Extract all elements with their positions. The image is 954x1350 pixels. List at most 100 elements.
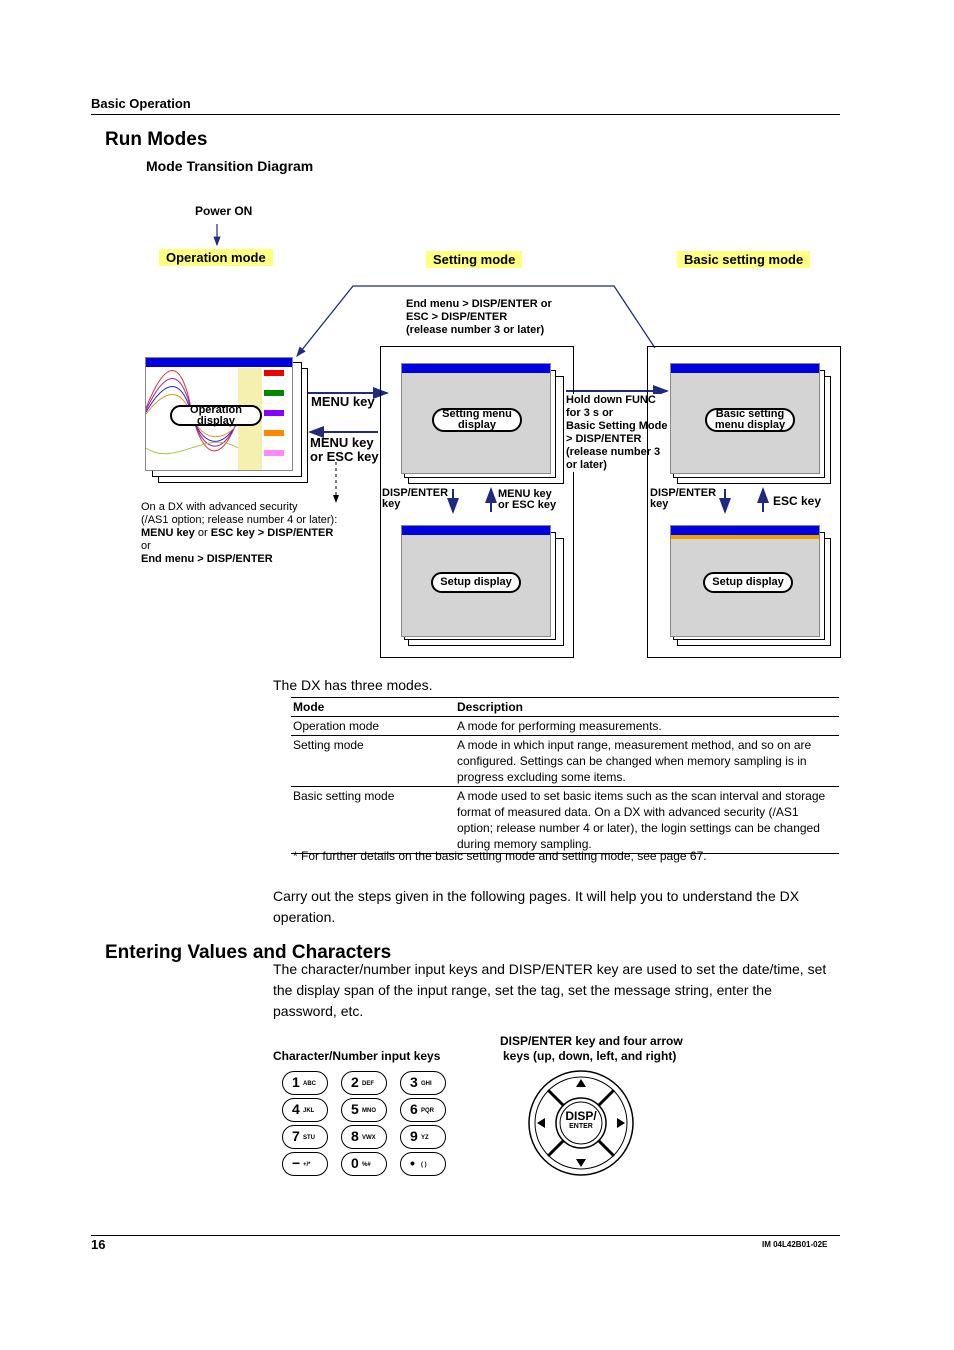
key-3[interactable]: 3 GHI (400, 1071, 446, 1095)
key-5[interactable]: 5 MNO (341, 1098, 387, 1122)
note-line: or (141, 540, 151, 552)
note-line: MENU key or ESC key > DISP/ENTER (141, 527, 337, 540)
note-or: or (194, 527, 211, 539)
key-line: ENTER (569, 1123, 593, 1130)
caption-line: DISP/ENTER key and four arrow (500, 1034, 683, 1048)
key-letters: +/* (303, 1162, 311, 1168)
key-2[interactable]: 2 DEF (341, 1071, 387, 1095)
key-line: DISP/ (565, 1109, 597, 1123)
header-description: Description (457, 700, 524, 714)
setup-display-callout: Setup display (431, 572, 521, 593)
table-row: Basic setting mode A mode used to set bas… (291, 787, 839, 854)
setting-mode-label: Setting mode (426, 251, 523, 268)
key-9[interactable]: 9 YZ (400, 1125, 446, 1149)
cell-mode: Setting mode (293, 738, 364, 752)
note-key: MENU key (141, 527, 195, 539)
screen-title-bar (402, 364, 550, 373)
table-row: Setting mode A mode in which input range,… (291, 736, 839, 787)
key-7[interactable]: 7 STU (282, 1125, 328, 1149)
return-label: End menu > DISP/ENTER or ESC > DISP/ENTE… (406, 298, 552, 337)
key-number: 1 (292, 1074, 300, 1090)
note-line: On a DX with advanced security (141, 501, 298, 513)
disp-enter-key-label: DISP/ENTER key (382, 488, 448, 510)
screen-title-bar (671, 526, 819, 535)
up-arrow-icon (576, 1079, 586, 1087)
key-number: 6 (410, 1101, 418, 1117)
screen-title-bar (146, 358, 292, 367)
label-line: MENU key (310, 435, 374, 450)
cell-desc: A mode used to set basic items such as t… (457, 789, 826, 851)
section-body: The character/number input keys and DISP… (273, 961, 827, 1019)
key-number: 0 (351, 1155, 359, 1171)
caption-line: keys (up, down, left, and right) (503, 1049, 677, 1063)
key-number: 2 (351, 1074, 359, 1090)
basic-setting-mode-label: Basic setting mode (677, 251, 811, 268)
return-line: ESC > DISP/ENTER (406, 311, 508, 323)
carry-out-text: Carry out the steps given in the followi… (273, 888, 800, 925)
return-line: (release number 3 or later) (406, 324, 545, 336)
note-line: (/AS1 option; release number 4 or later)… (141, 514, 338, 526)
keys-caption: Character/Number input keys (273, 1049, 441, 1063)
menu-esc-small-label: MENU key or ESC key (498, 489, 556, 511)
label-line: or ESC key (310, 449, 379, 464)
key-letters: YZ (421, 1135, 429, 1141)
modes-table: Mode Description Operation mode A mode for… (291, 697, 839, 854)
basic-setting-menu-callout: Basic setting menu display (705, 408, 795, 432)
label-line: key (650, 498, 669, 510)
power-on-label: Power ON (195, 204, 253, 218)
security-note: On a DX with advanced security (/AS1 opt… (141, 501, 337, 566)
key-1[interactable]: 1 ABC (282, 1071, 328, 1095)
screen-title-bar (671, 364, 819, 373)
key-letters: STU (303, 1135, 315, 1141)
key-number: 4 (292, 1101, 300, 1117)
key-8[interactable]: 8 VWX (341, 1125, 387, 1149)
header-mode: Mode (293, 700, 325, 714)
key-4[interactable]: 4 JKL (282, 1098, 328, 1122)
key-number: 3 (410, 1074, 418, 1090)
key-number: 7 (292, 1128, 300, 1144)
label-line: key (382, 498, 401, 510)
key-11[interactable]: 0 %# (341, 1152, 387, 1176)
screen-subbar (671, 535, 819, 539)
key-6[interactable]: 6 PQR (400, 1098, 446, 1122)
table-row: Operation mode A mode for performing meas… (291, 717, 839, 736)
key-number: 8 (351, 1128, 359, 1144)
key-letters: MNO (362, 1108, 376, 1114)
down-arrow-icon (576, 1159, 586, 1167)
disp-enter-key[interactable]: DISP/ENTER (526, 1109, 636, 1131)
basic-setup-display-callout: Setup display (703, 572, 793, 593)
arrow-caption: DISP/ENTER key and four arrow keys (up, d… (500, 1034, 683, 1064)
note-key: ESC key > DISP/ENTER (210, 527, 334, 539)
key-letters: PQR (421, 1108, 435, 1114)
key-12[interactable]: • ( ) (400, 1152, 446, 1176)
table-footnote: * For further details on the basic setti… (293, 849, 707, 863)
key-letters: %# (362, 1162, 371, 1168)
operation-mode-label: Operation mode (159, 249, 273, 266)
page: { "header":{"section":"Basic Operation"}… (0, 0, 954, 1350)
footer-rule (91, 1235, 840, 1236)
key-letters: ( ) (421, 1162, 427, 1168)
key-letters: GHI (421, 1081, 432, 1087)
key-number: 9 (410, 1128, 418, 1144)
cell-mode: Operation mode (293, 719, 380, 733)
key-10[interactable]: − +/* (282, 1152, 328, 1176)
key-letters: DEF (362, 1081, 374, 1087)
operation-display-callout: Operation display (170, 404, 262, 426)
intro-text: The DX has three modes. (273, 677, 433, 693)
key-number: 5 (351, 1101, 359, 1117)
key-letters: JKL (303, 1108, 315, 1114)
basic-disp-enter-key-label: DISP/ENTER key (650, 488, 716, 510)
table-header-row: Mode Description (291, 698, 839, 717)
key-number: • (410, 1155, 415, 1171)
key-number: − (292, 1155, 301, 1171)
screen-title-bar (402, 526, 550, 535)
doc-id: IM 04L42B01-02E (762, 1240, 828, 1249)
cell-desc: A mode for performing measurements. (457, 719, 662, 733)
esc-key-label: ESC key (773, 494, 822, 508)
setting-menu-callout: Setting menu display (432, 408, 522, 432)
key-letters: ABC (303, 1081, 316, 1087)
menu-key-label: MENU key (311, 394, 375, 409)
page-number: 16 (91, 1237, 106, 1252)
return-line: End menu > DISP/ENTER or (406, 298, 552, 310)
key-letters: VWX (362, 1135, 376, 1141)
